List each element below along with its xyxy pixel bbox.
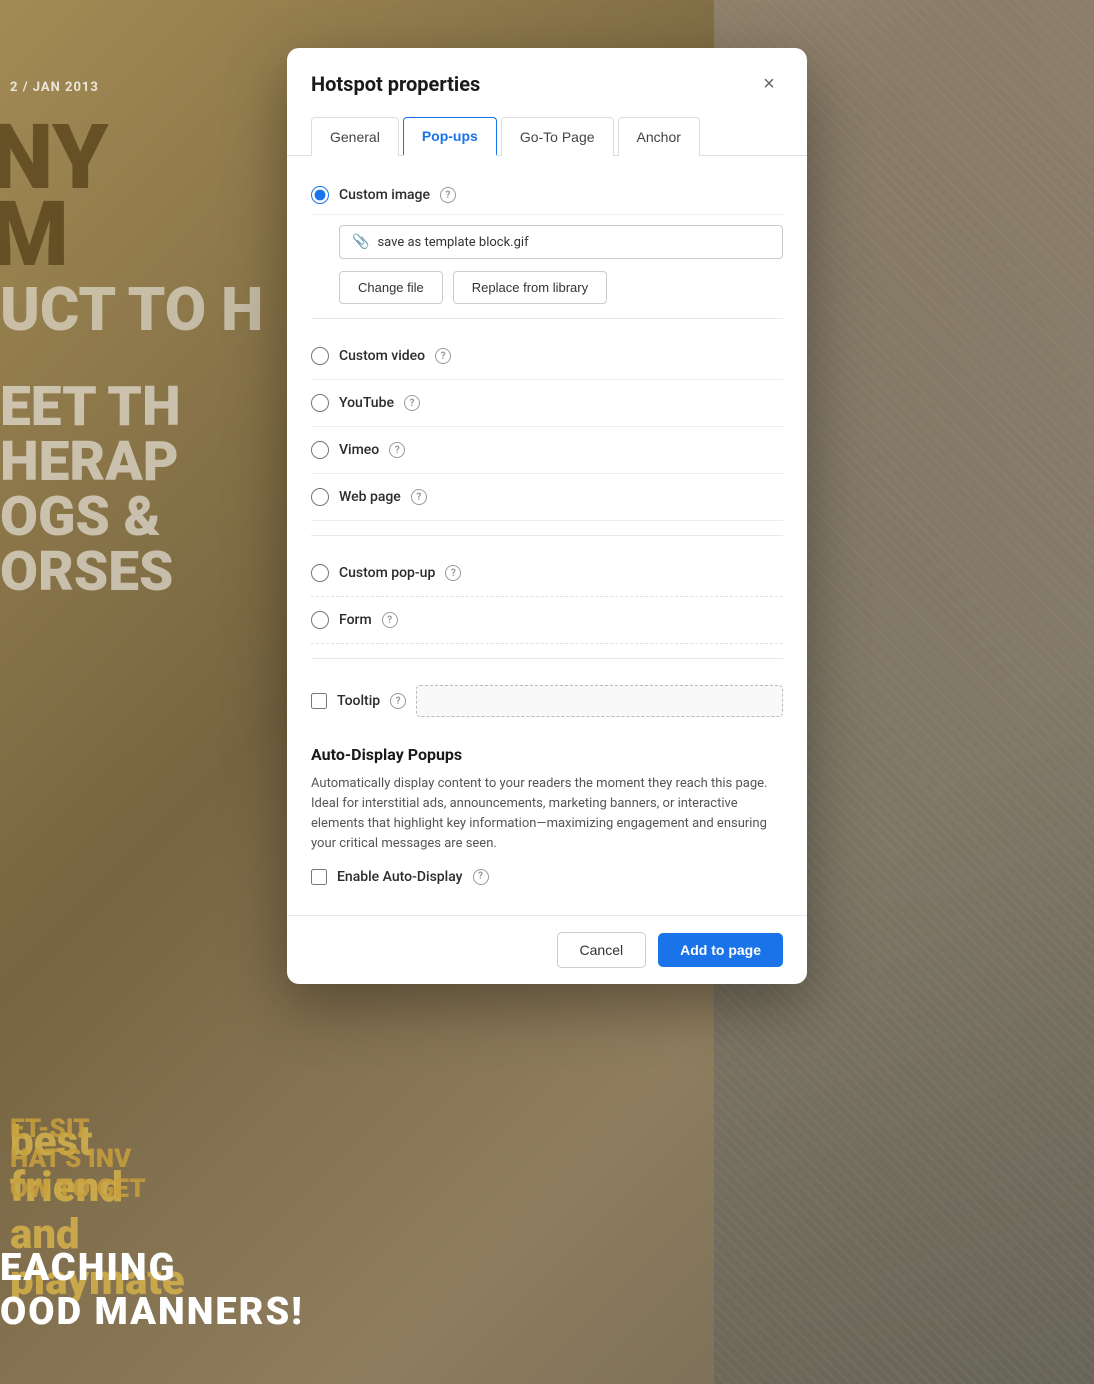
file-input-row: 📎 save as template block.gif bbox=[339, 225, 783, 259]
tab-general[interactable]: General bbox=[311, 117, 399, 156]
custom-image-row: Custom image ? bbox=[311, 176, 783, 215]
custom-image-label[interactable]: Custom image bbox=[339, 187, 430, 203]
enable-auto-display-label[interactable]: Enable Auto-Display bbox=[337, 869, 463, 885]
close-button[interactable]: × bbox=[755, 70, 783, 98]
paperclip-icon: 📎 bbox=[352, 234, 369, 250]
custom-popup-row: Custom pop-up ? bbox=[311, 554, 783, 592]
tab-goto[interactable]: Go-To Page bbox=[501, 117, 614, 156]
enable-row: Enable Auto-Display ? bbox=[311, 869, 783, 885]
youtube-help-icon[interactable]: ? bbox=[404, 395, 420, 411]
webpage-row: Web page ? bbox=[311, 478, 783, 516]
custom-video-radio[interactable] bbox=[311, 347, 329, 365]
custom-video-section: Custom video ? bbox=[311, 333, 783, 380]
custom-popup-help-icon[interactable]: ? bbox=[445, 565, 461, 581]
divider-1 bbox=[311, 318, 783, 319]
tab-popups[interactable]: Pop-ups bbox=[403, 117, 497, 156]
change-file-button[interactable]: Change file bbox=[339, 271, 443, 304]
webpage-section: Web page ? bbox=[311, 474, 783, 521]
vimeo-radio[interactable] bbox=[311, 441, 329, 459]
form-label[interactable]: Form bbox=[339, 612, 372, 628]
tooltip-checkbox[interactable] bbox=[311, 693, 327, 709]
web-page-label[interactable]: Web page bbox=[339, 489, 401, 505]
youtube-radio[interactable] bbox=[311, 394, 329, 412]
tooltip-input[interactable] bbox=[416, 685, 783, 717]
tooltip-help-icon[interactable]: ? bbox=[390, 693, 406, 709]
dialog-title: Hotspot properties bbox=[311, 72, 480, 96]
add-to-page-button[interactable]: Add to page bbox=[658, 933, 783, 967]
dialog-body: Custom image ? 📎 save as template block.… bbox=[287, 156, 807, 915]
vimeo-row: Vimeo ? bbox=[311, 431, 783, 469]
vimeo-section: Vimeo ? bbox=[311, 427, 783, 474]
divider-2 bbox=[311, 535, 783, 536]
web-page-radio[interactable] bbox=[311, 488, 329, 506]
vimeo-label[interactable]: Vimeo bbox=[339, 442, 379, 458]
custom-image-radio[interactable] bbox=[311, 186, 329, 204]
auto-display-section: Auto-Display Popups Automatically displa… bbox=[311, 729, 783, 895]
form-help-icon[interactable]: ? bbox=[382, 612, 398, 628]
form-row: Form ? bbox=[311, 601, 783, 639]
hotspot-dialog: Hotspot properties × General Pop-ups Go-… bbox=[287, 48, 807, 984]
form-radio[interactable] bbox=[311, 611, 329, 629]
divider-3 bbox=[311, 658, 783, 659]
web-page-help-icon[interactable]: ? bbox=[411, 489, 427, 505]
youtube-row: YouTube ? bbox=[311, 384, 783, 422]
tabs-row: General Pop-ups Go-To Page Anchor bbox=[287, 116, 807, 156]
custom-video-row: Custom video ? bbox=[311, 337, 783, 375]
custom-image-help-icon[interactable]: ? bbox=[440, 187, 456, 203]
vimeo-help-icon[interactable]: ? bbox=[389, 442, 405, 458]
custom-popup-section: Custom pop-up ? bbox=[311, 550, 783, 597]
custom-video-label[interactable]: Custom video bbox=[339, 348, 425, 364]
radio-sections: Custom video ? YouTube ? Vimeo ? bbox=[311, 333, 783, 644]
dialog-overlay: Hotspot properties × General Pop-ups Go-… bbox=[0, 0, 1094, 1384]
youtube-section: YouTube ? bbox=[311, 380, 783, 427]
tooltip-label[interactable]: Tooltip bbox=[337, 693, 380, 709]
custom-popup-label[interactable]: Custom pop-up bbox=[339, 565, 435, 581]
custom-video-help-icon[interactable]: ? bbox=[435, 348, 451, 364]
file-name-display: save as template block.gif bbox=[377, 235, 528, 250]
cancel-button[interactable]: Cancel bbox=[557, 932, 647, 968]
enable-auto-display-checkbox[interactable] bbox=[311, 869, 327, 885]
auto-display-description: Automatically display content to your re… bbox=[311, 774, 783, 855]
replace-from-library-button[interactable]: Replace from library bbox=[453, 271, 607, 304]
youtube-label[interactable]: YouTube bbox=[339, 395, 394, 411]
tooltip-row: Tooltip ? bbox=[311, 673, 783, 729]
enable-auto-display-help-icon[interactable]: ? bbox=[473, 869, 489, 885]
form-section: Form ? bbox=[311, 597, 783, 644]
auto-display-title: Auto-Display Popups bbox=[311, 745, 783, 764]
dialog-footer: Cancel Add to page bbox=[287, 915, 807, 984]
file-buttons-row: Change file Replace from library bbox=[339, 271, 783, 304]
custom-popup-radio[interactable] bbox=[311, 564, 329, 582]
tab-anchor[interactable]: Anchor bbox=[618, 117, 700, 156]
dialog-header: Hotspot properties × bbox=[287, 48, 807, 116]
